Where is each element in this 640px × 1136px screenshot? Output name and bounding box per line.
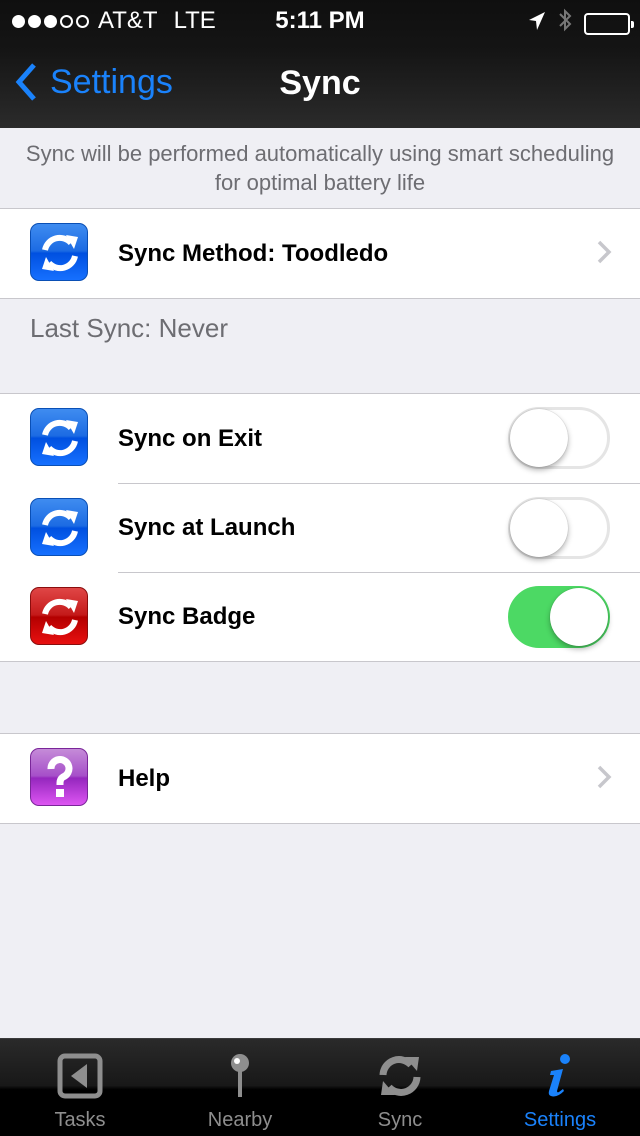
- tab-label: Sync: [377, 1109, 423, 1131]
- help-group: Help: [0, 733, 640, 824]
- tab-label: Settings: [523, 1109, 597, 1131]
- sync-badge-label: Sync Badge: [118, 603, 256, 630]
- tab-label: Tasks: [54, 1109, 106, 1131]
- sync-on-exit-toggle[interactable]: [508, 407, 610, 469]
- sync-method-group: Sync Method: Toodledo: [0, 208, 640, 299]
- sync-options-group: Sync on Exit Sync at Launch Sync Badge: [0, 393, 640, 662]
- sync-info-text: Sync will be performed automatically usi…: [25, 141, 615, 195]
- top-bar: AT&T LTE 5:11 PM Settings Sync: [0, 0, 640, 128]
- navigation-bar: Settings Sync: [0, 40, 640, 128]
- sync-at-launch-label: Sync at Launch: [118, 514, 296, 541]
- sync-on-exit-label: Sync on Exit: [118, 424, 263, 452]
- battery-icon: [584, 12, 634, 35]
- sync-icon: [30, 587, 88, 645]
- sync-icon: [30, 498, 88, 556]
- help-label: Help: [118, 764, 171, 792]
- tasks-icon: [57, 1053, 103, 1099]
- sync-icon: [30, 408, 88, 466]
- tab-tasks[interactable]: Tasks: [0, 1039, 160, 1136]
- tab-sync[interactable]: Sync: [320, 1039, 480, 1136]
- tab-label: Nearby: [207, 1109, 273, 1131]
- help-row[interactable]: Help: [0, 734, 640, 823]
- info-icon: [548, 1054, 570, 1097]
- sync-at-launch-row: Sync at Launch: [0, 483, 640, 572]
- sync-badge-toggle[interactable]: [508, 586, 610, 648]
- bluetooth-icon: [558, 8, 572, 39]
- last-sync-text: Last Sync: Never: [30, 313, 228, 343]
- sync-on-exit-row: Sync on Exit: [0, 394, 640, 483]
- sync-icon: [30, 223, 88, 281]
- question-icon: [30, 748, 88, 806]
- pin-icon: [231, 1054, 249, 1097]
- sync-method-row[interactable]: Sync Method: Toodledo: [0, 209, 640, 298]
- tab-nearby[interactable]: Nearby: [160, 1039, 320, 1136]
- chevron-right-icon: [597, 765, 612, 789]
- status-bar: AT&T LTE 5:11 PM: [0, 0, 640, 40]
- tab-settings[interactable]: Settings: [480, 1039, 640, 1136]
- tab-bar: Tasks Nearby Sync Settings: [0, 1038, 640, 1136]
- chevron-right-icon: [597, 240, 612, 264]
- page-title: Sync: [279, 64, 361, 102]
- sync-badge-row: Sync Badge: [0, 572, 640, 661]
- sync-at-launch-toggle[interactable]: [508, 497, 610, 559]
- location-arrow-icon: [528, 10, 546, 38]
- sync-method-label: Sync Method: Toodledo: [118, 239, 389, 267]
- sync-icon: [379, 1056, 421, 1096]
